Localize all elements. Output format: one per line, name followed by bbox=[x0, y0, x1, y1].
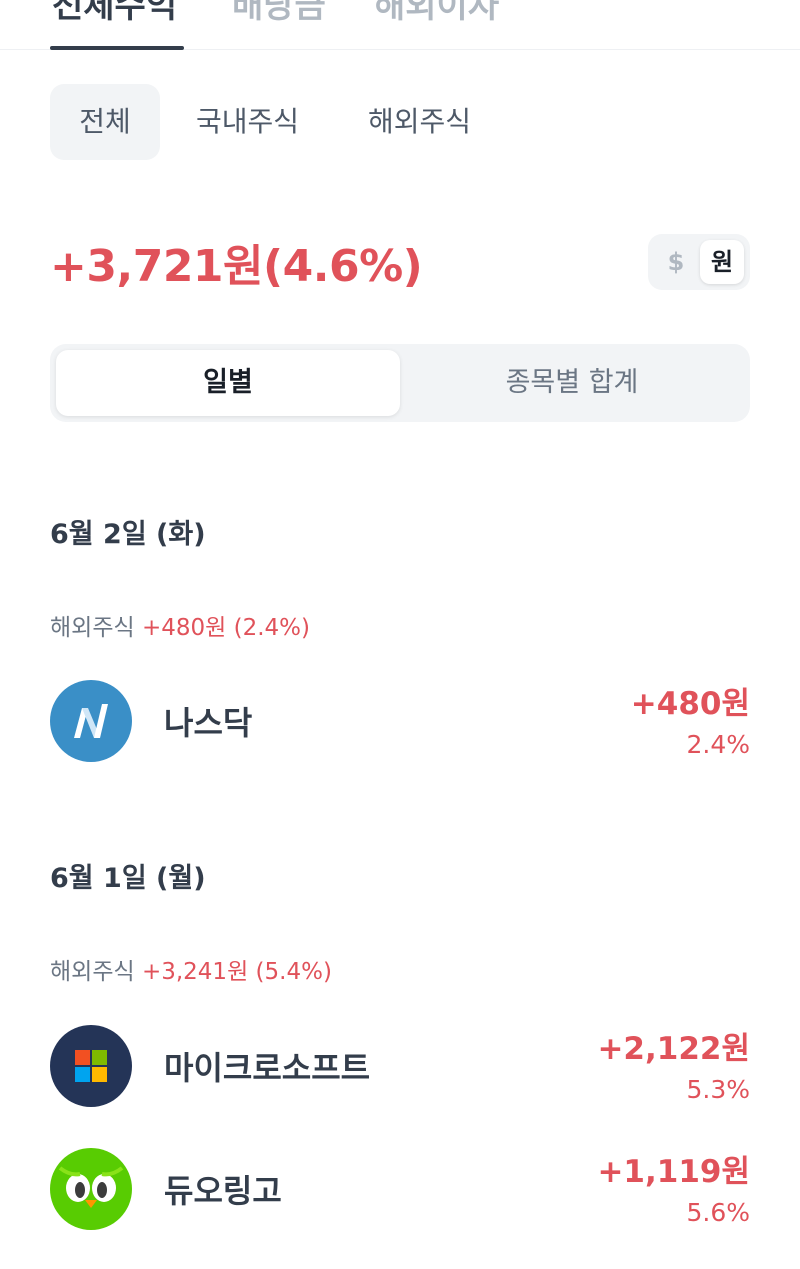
segment-by-stock[interactable]: 종목별 합계 bbox=[400, 350, 744, 416]
stock-profit-percent: 2.4% bbox=[686, 730, 750, 759]
active-tab-indicator bbox=[50, 46, 184, 50]
stock-profit-percent: 5.6% bbox=[686, 1198, 750, 1227]
stock-profit-amount: +480원 bbox=[630, 686, 750, 722]
stock-profit-percent: 5.3% bbox=[686, 1075, 750, 1104]
currency-usd-option[interactable]: $ bbox=[656, 240, 696, 284]
tab-foreign-interest[interactable]: 해외이자 bbox=[374, 0, 499, 27]
stock-name: 나스닥 bbox=[164, 704, 253, 742]
date-header: 6월 1일 (월) bbox=[50, 863, 206, 894]
group-summary: 해외주식 +480원 (2.4%) bbox=[50, 608, 310, 642]
group-change: +480원 (2.4%) bbox=[141, 615, 310, 641]
duolingo-logo-icon bbox=[50, 1148, 132, 1230]
stock-row[interactable]: 듀오링고 +1,119원 5.6% bbox=[50, 1148, 750, 1232]
group-summary: 해외주식 +3,241원 (5.4%) bbox=[50, 952, 332, 986]
group-change: +3,241원 (5.4%) bbox=[141, 959, 332, 985]
nasdaq-logo-icon bbox=[50, 680, 132, 762]
stock-name: 듀오링고 bbox=[164, 1172, 282, 1210]
segment-daily[interactable]: 일별 bbox=[56, 350, 400, 416]
currency-krw-option[interactable]: 원 bbox=[700, 240, 744, 284]
filter-foreign-chip[interactable]: 해외주식 bbox=[368, 84, 471, 160]
group-label: 해외주식 bbox=[50, 959, 135, 985]
filter-all-chip[interactable]: 전체 bbox=[50, 84, 160, 160]
tab-total-profit[interactable]: 전체수익 bbox=[52, 0, 177, 27]
microsoft-logo-icon bbox=[50, 1025, 132, 1107]
top-tab-bar: 전체수익 배당금 해외이자 bbox=[0, 0, 800, 50]
view-segmented-control: 일별 종목별 합계 bbox=[50, 344, 750, 422]
group-label: 해외주식 bbox=[50, 615, 135, 641]
currency-toggle[interactable]: $ 원 bbox=[648, 234, 750, 290]
date-header: 6월 2일 (화) bbox=[50, 519, 206, 550]
stock-profit-amount: +1,119원 bbox=[597, 1154, 750, 1190]
stock-name: 마이크로소프트 bbox=[164, 1049, 371, 1087]
stock-row[interactable]: 마이크로소프트 +2,122원 5.3% bbox=[50, 1025, 750, 1109]
tab-dividends[interactable]: 배당금 bbox=[232, 0, 326, 27]
filter-domestic-chip[interactable]: 국내주식 bbox=[196, 84, 299, 160]
total-profit: +3,721원(4.6%) bbox=[50, 241, 423, 292]
stock-profit-amount: +2,122원 bbox=[597, 1031, 750, 1067]
stock-row[interactable]: 나스닥 +480원 2.4% bbox=[50, 680, 750, 764]
